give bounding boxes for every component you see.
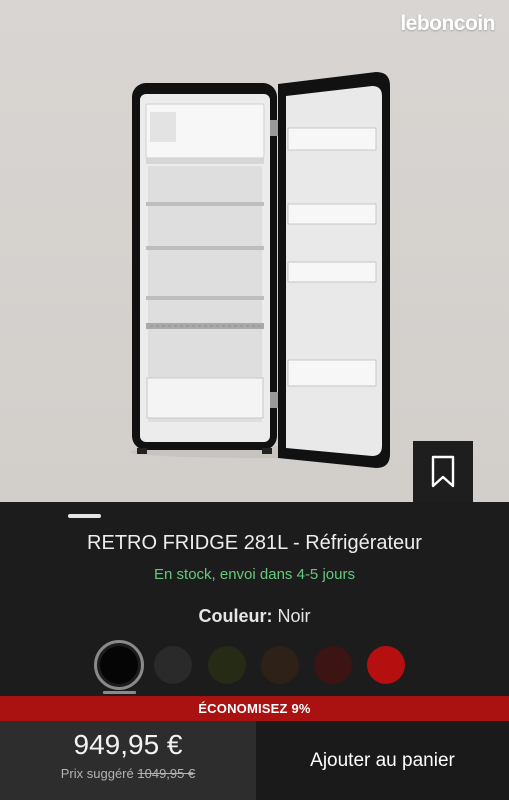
product-name: RETRO FRIDGE 281L bbox=[87, 532, 288, 554]
fridge-illustration bbox=[130, 72, 390, 468]
swatch-black[interactable] bbox=[94, 640, 144, 690]
product-info-panel: RETRO FRIDGE 281L - Réfrigérateur En sto… bbox=[0, 502, 509, 696]
swatch-olive[interactable] bbox=[208, 646, 246, 684]
color-value: Noir bbox=[277, 606, 311, 626]
save-bookmark-button[interactable] bbox=[413, 441, 473, 502]
leboncoin-watermark: leboncoin bbox=[400, 12, 495, 35]
add-to-cart-button[interactable]: Ajouter au panier bbox=[256, 721, 509, 800]
swatch-red[interactable] bbox=[367, 646, 405, 684]
suggested-price-label: Prix suggéré bbox=[60, 766, 134, 781]
current-price: 949,95 € bbox=[73, 729, 183, 760]
color-label: Couleur: bbox=[198, 606, 273, 626]
swatch-burgundy[interactable] bbox=[314, 646, 352, 684]
bookmark-icon bbox=[431, 455, 455, 487]
price-box: 949,95 € Prix suggéré 1049,95 € bbox=[0, 721, 256, 800]
swatch-dark-grey[interactable] bbox=[154, 646, 192, 684]
suggested-price-row: Prix suggéré 1049,95 € bbox=[0, 766, 256, 781]
selected-swatch-indicator bbox=[103, 691, 136, 694]
color-selection-label: Couleur: Noir bbox=[0, 606, 509, 627]
title-separator: - bbox=[287, 532, 306, 554]
product-photo[interactable]: leboncoin bbox=[0, 0, 509, 502]
product-category: Réfrigérateur bbox=[305, 532, 422, 554]
swatch-brown[interactable] bbox=[261, 646, 299, 684]
image-indicator[interactable] bbox=[68, 514, 101, 518]
savings-banner: ÉCONOMISEZ 9% bbox=[0, 696, 509, 721]
product-title: RETRO FRIDGE 281L - Réfrigérateur bbox=[0, 532, 509, 555]
availability-text: En stock, envoi dans 4-5 jours bbox=[154, 566, 355, 583]
suggested-price-value: 1049,95 € bbox=[137, 766, 196, 781]
